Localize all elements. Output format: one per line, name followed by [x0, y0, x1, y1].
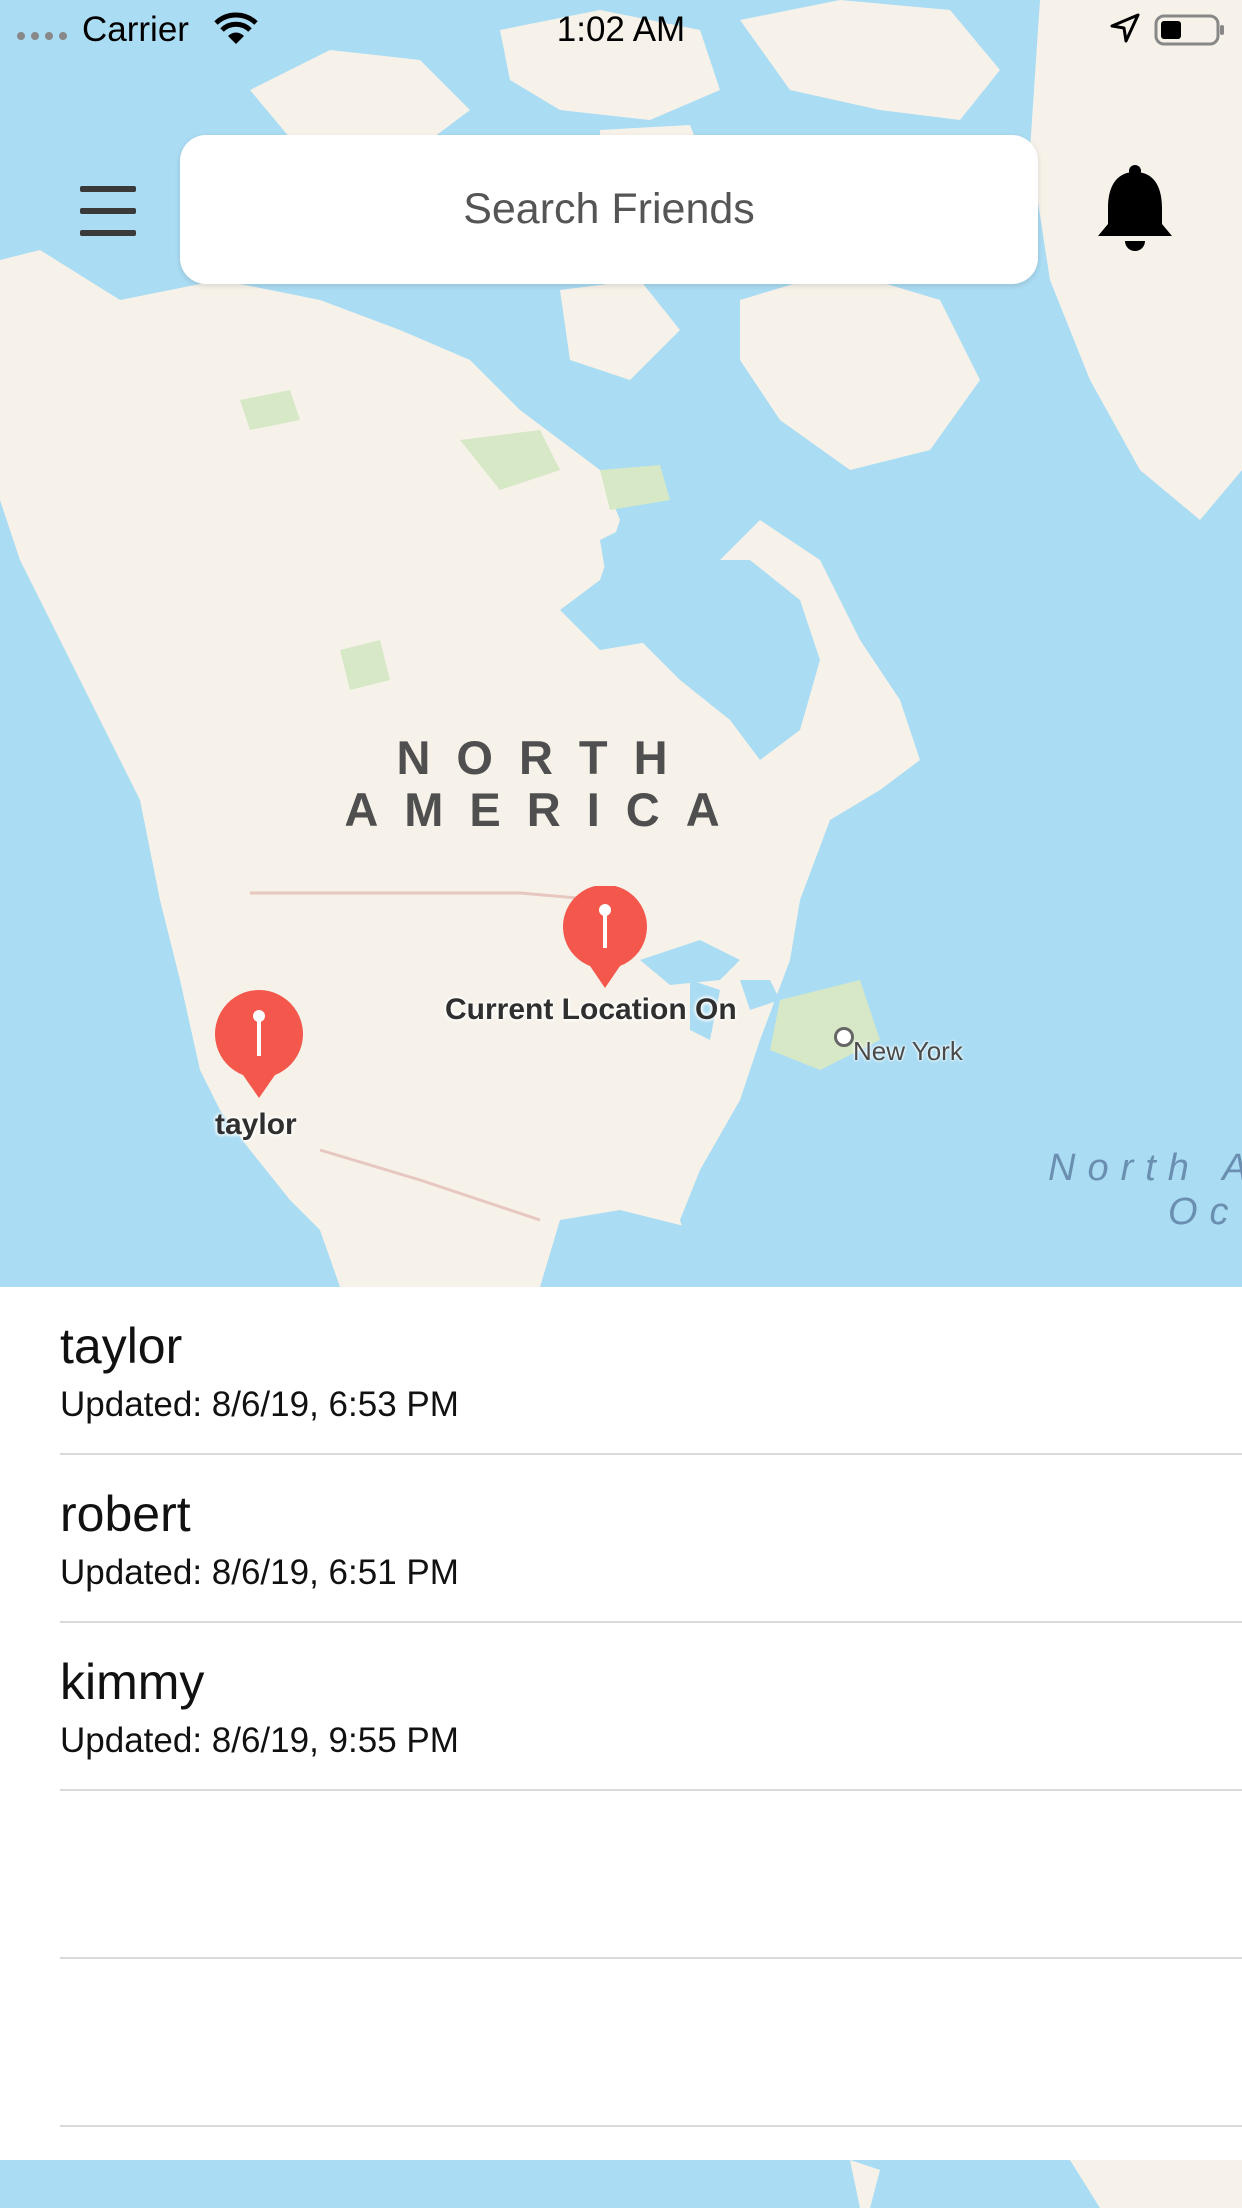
- map-view[interactable]: Carrier 1:02 AM NORTH AMERICA: [0, 0, 1242, 1287]
- taylor-pin-label: taylor: [215, 1108, 297, 1141]
- bell-icon[interactable]: [1092, 164, 1178, 254]
- friend-name: taylor: [60, 1318, 183, 1374]
- empty-list-row: [0, 1791, 1242, 1959]
- row-divider: [60, 2125, 1242, 2127]
- friend-updated-time: Updated: 8/6/19, 6:51 PM: [60, 1553, 459, 1592]
- empty-list-row: [0, 1959, 1242, 2127]
- status-time: 1:02 AM: [556, 10, 686, 49]
- search-friends-input[interactable]: [220, 184, 998, 235]
- friend-updated-time: Updated: 8/6/19, 6:53 PM: [60, 1385, 459, 1424]
- friend-row-kimmy[interactable]: kimmy Updated: 8/6/19, 9:55 PM: [0, 1623, 1242, 1791]
- friend-row-taylor[interactable]: taylor Updated: 8/6/19, 6:53 PM: [0, 1287, 1242, 1455]
- current-location-pin[interactable]: [560, 886, 650, 990]
- friend-updated-time: Updated: 8/6/19, 9:55 PM: [60, 1721, 459, 1760]
- location-arrow-icon: [1110, 13, 1140, 43]
- current-location-label: Current Location On: [445, 993, 737, 1026]
- city-label: New York: [853, 1036, 963, 1066]
- status-bar: Carrier 1:02 AM: [0, 0, 1242, 60]
- city-marker: [834, 1027, 854, 1047]
- ocean-label: North A Oc: [1048, 1147, 1242, 1233]
- friend-name: kimmy: [60, 1654, 205, 1710]
- continent-label: NORTH AMERICA: [344, 731, 746, 836]
- bottom-map-strip: [0, 2160, 1242, 2208]
- battery-icon: [1154, 14, 1224, 46]
- taylor-location-pin[interactable]: [212, 990, 306, 1100]
- friend-list: taylor Updated: 8/6/19, 6:53 PM robert U…: [0, 1287, 1242, 2127]
- search-bar[interactable]: [180, 135, 1038, 284]
- friend-row-robert[interactable]: robert Updated: 8/6/19, 6:51 PM: [0, 1455, 1242, 1623]
- friend-name: robert: [60, 1486, 191, 1542]
- hamburger-menu-icon[interactable]: [80, 186, 136, 236]
- map-terrain-strip: [850, 2160, 1242, 2208]
